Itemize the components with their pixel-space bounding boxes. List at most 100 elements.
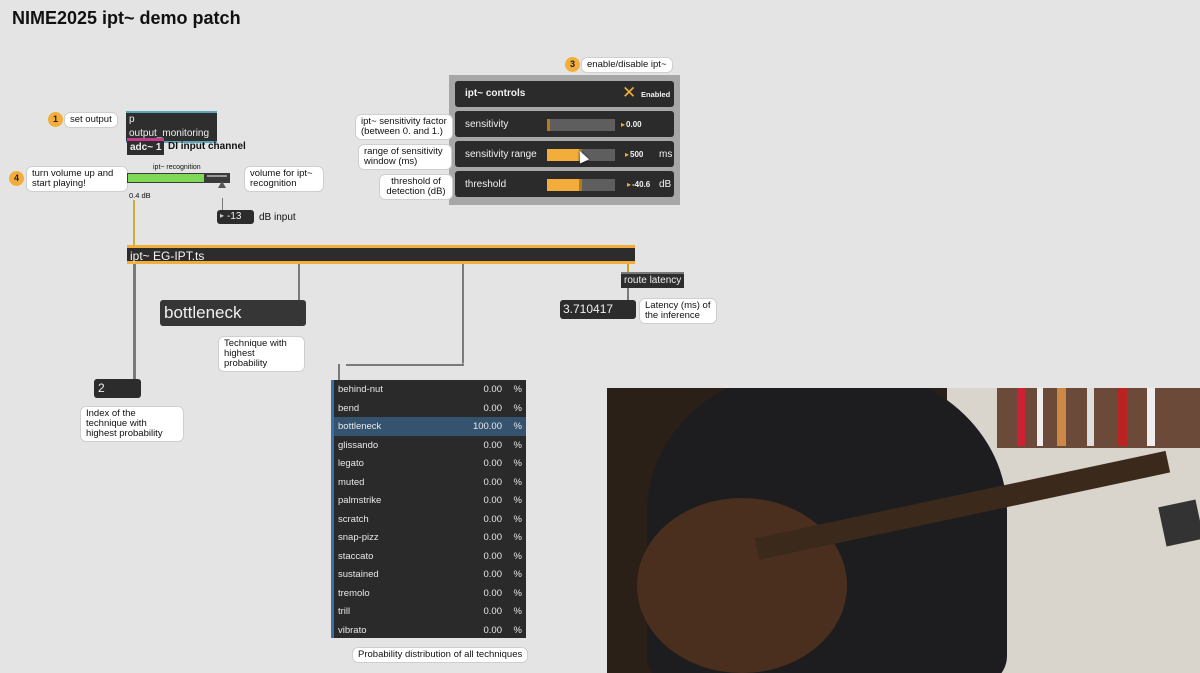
bookshelf <box>997 388 1200 448</box>
technique-row[interactable]: trill 0.00% <box>334 602 526 621</box>
gain-triangle-icon[interactable] <box>218 181 226 188</box>
technique-probability: 0.00 <box>483 550 503 562</box>
latency-value-cord <box>627 286 629 300</box>
threshold-slider[interactable] <box>547 179 615 191</box>
sensitivity-range-value[interactable]: 500 <box>625 150 643 159</box>
index-value: 2 <box>98 381 105 395</box>
technique-name: sustained <box>338 569 379 580</box>
technique-row[interactable]: palmstrike 0.00% <box>334 491 526 510</box>
threshold-row: threshold -40.6 dB <box>455 171 674 197</box>
technique-comment: Technique with highest probability <box>218 336 305 372</box>
guitar-headstock <box>1158 499 1200 547</box>
technique-name: bottleneck <box>338 421 382 432</box>
volume-comment: volume for ipt~ recognition <box>244 166 324 192</box>
enable-comment: enable/disable ipt~ <box>581 57 673 73</box>
page-title: NIME2025 ipt~ demo patch <box>12 8 241 28</box>
step-badge-4: 4 <box>9 171 24 186</box>
technique-probability: 0.00 <box>483 606 503 617</box>
technique-row[interactable]: snap-pizz 0.00% <box>334 528 526 547</box>
route-latency-object[interactable]: route latency <box>621 272 685 288</box>
db-input-number[interactable]: ▸ -13 <box>217 210 254 224</box>
technique-row[interactable]: scratch 0.00% <box>334 510 526 529</box>
technique-probability: 100.00 <box>472 421 502 432</box>
technique-name: bend <box>338 402 360 414</box>
technique-row[interactable]: bottleneck 100.00% <box>334 417 526 436</box>
sensitivity-knob[interactable] <box>547 119 550 131</box>
ipt-object-text: ipt~ EG-IPT.ts <box>130 249 205 263</box>
technique-display: bottleneck <box>160 300 306 326</box>
sensitivity-range-unit: ms <box>659 149 673 160</box>
step-badge-3: 3 <box>565 57 580 72</box>
db-input-label: dB input <box>259 212 296 223</box>
signal-cord <box>133 200 135 246</box>
ipt-object[interactable]: ipt~ EG-IPT.ts <box>127 245 635 264</box>
technique-probability: 0.00 <box>483 587 503 599</box>
technique-unit: % <box>513 421 522 432</box>
sensitivity-range-comment: range of sensitivity window (ms) <box>358 144 452 170</box>
threshold-unit: dB <box>659 179 672 190</box>
technique-probability: 0.00 <box>483 476 503 488</box>
sensitivity-range-row: sensitivity range 500 ms <box>455 141 674 167</box>
threshold-knob[interactable] <box>579 179 582 191</box>
technique-unit: % <box>513 550 522 562</box>
technique-row[interactable]: sustained 0.00% <box>334 565 526 584</box>
technique-row[interactable]: behind-nut 0.00% <box>334 380 526 399</box>
technique-name: behind-nut <box>338 384 383 395</box>
index-cord <box>133 264 136 382</box>
technique-probability: 0.00 <box>483 384 503 395</box>
db-input-value: -13 <box>227 211 242 222</box>
step-badge-1: 1 <box>48 112 63 127</box>
technique-name: vibrato <box>338 624 367 636</box>
technique-unit: % <box>513 624 522 636</box>
sensitivity-row: sensitivity 0.00 <box>455 111 674 137</box>
technique-name: muted <box>338 476 365 488</box>
technique-name: staccato <box>338 550 374 562</box>
technique-row[interactable]: staccato 0.00% <box>334 547 526 566</box>
sensitivity-value[interactable]: 0.00 <box>621 120 642 129</box>
distribution-cord-a <box>462 264 464 364</box>
technique-unit: % <box>513 513 522 525</box>
adc-object[interactable]: adc~ 1 <box>127 138 165 155</box>
latency-number[interactable]: 3.710417 <box>560 300 636 319</box>
technique-row[interactable]: muted 0.00% <box>334 473 526 492</box>
technique-unit: % <box>513 606 522 617</box>
technique-cord <box>298 264 300 300</box>
technique-row[interactable]: tremolo 0.00% <box>334 584 526 603</box>
di-input-label: DI input channel <box>168 141 246 152</box>
distribution-cord-b <box>346 364 464 366</box>
meter-fill <box>128 174 204 182</box>
technique-probability: 0.00 <box>483 439 503 451</box>
index-number[interactable]: 2 <box>94 379 141 398</box>
technique-row[interactable]: vibrato 0.00% <box>334 621 526 640</box>
technique-row[interactable]: legato 0.00% <box>334 454 526 473</box>
technique-row[interactable]: glissando 0.00% <box>334 436 526 455</box>
set-output-comment: set output <box>64 112 118 128</box>
sensitivity-label: sensitivity <box>465 119 509 130</box>
technique-unit: % <box>513 587 522 599</box>
latency-cord <box>627 264 629 272</box>
technique-unit: % <box>513 402 522 414</box>
technique-name: trill <box>338 606 351 617</box>
technique-probability: 0.00 <box>483 458 503 469</box>
meter-db-readout: 0.4 dB <box>129 191 151 200</box>
technique-probability: 0.00 <box>483 402 503 414</box>
recognition-meter[interactable] <box>127 173 230 183</box>
technique-name: legato <box>338 458 364 469</box>
index-comment: Index of the technique with highest prob… <box>80 406 184 442</box>
technique-name: palmstrike <box>338 495 382 506</box>
start-playing-comment: turn volume up and start playing! <box>26 166 128 192</box>
x-toggle-icon[interactable]: ✕ <box>622 83 636 103</box>
technique-probability: 0.00 <box>483 532 503 543</box>
technique-probability: 0.00 <box>483 495 503 506</box>
latency-comment: Latency (ms) of the inference <box>639 298 717 324</box>
technique-unit: % <box>513 569 522 580</box>
controls-title: ipt~ controls <box>465 88 526 99</box>
threshold-value[interactable]: -40.6 <box>627 180 650 189</box>
sensitivity-slider[interactable] <box>547 119 615 131</box>
technique-probability: 0.00 <box>483 513 503 525</box>
enabled-label: Enabled <box>641 90 671 99</box>
threshold-comment: threshold of detection (dB) <box>379 174 453 200</box>
technique-name: snap-pizz <box>338 532 379 543</box>
technique-probability-list[interactable]: behind-nut 0.00% bend 0.00% bottleneck 100.00… <box>331 380 526 638</box>
technique-row[interactable]: bend 0.00% <box>334 399 526 418</box>
